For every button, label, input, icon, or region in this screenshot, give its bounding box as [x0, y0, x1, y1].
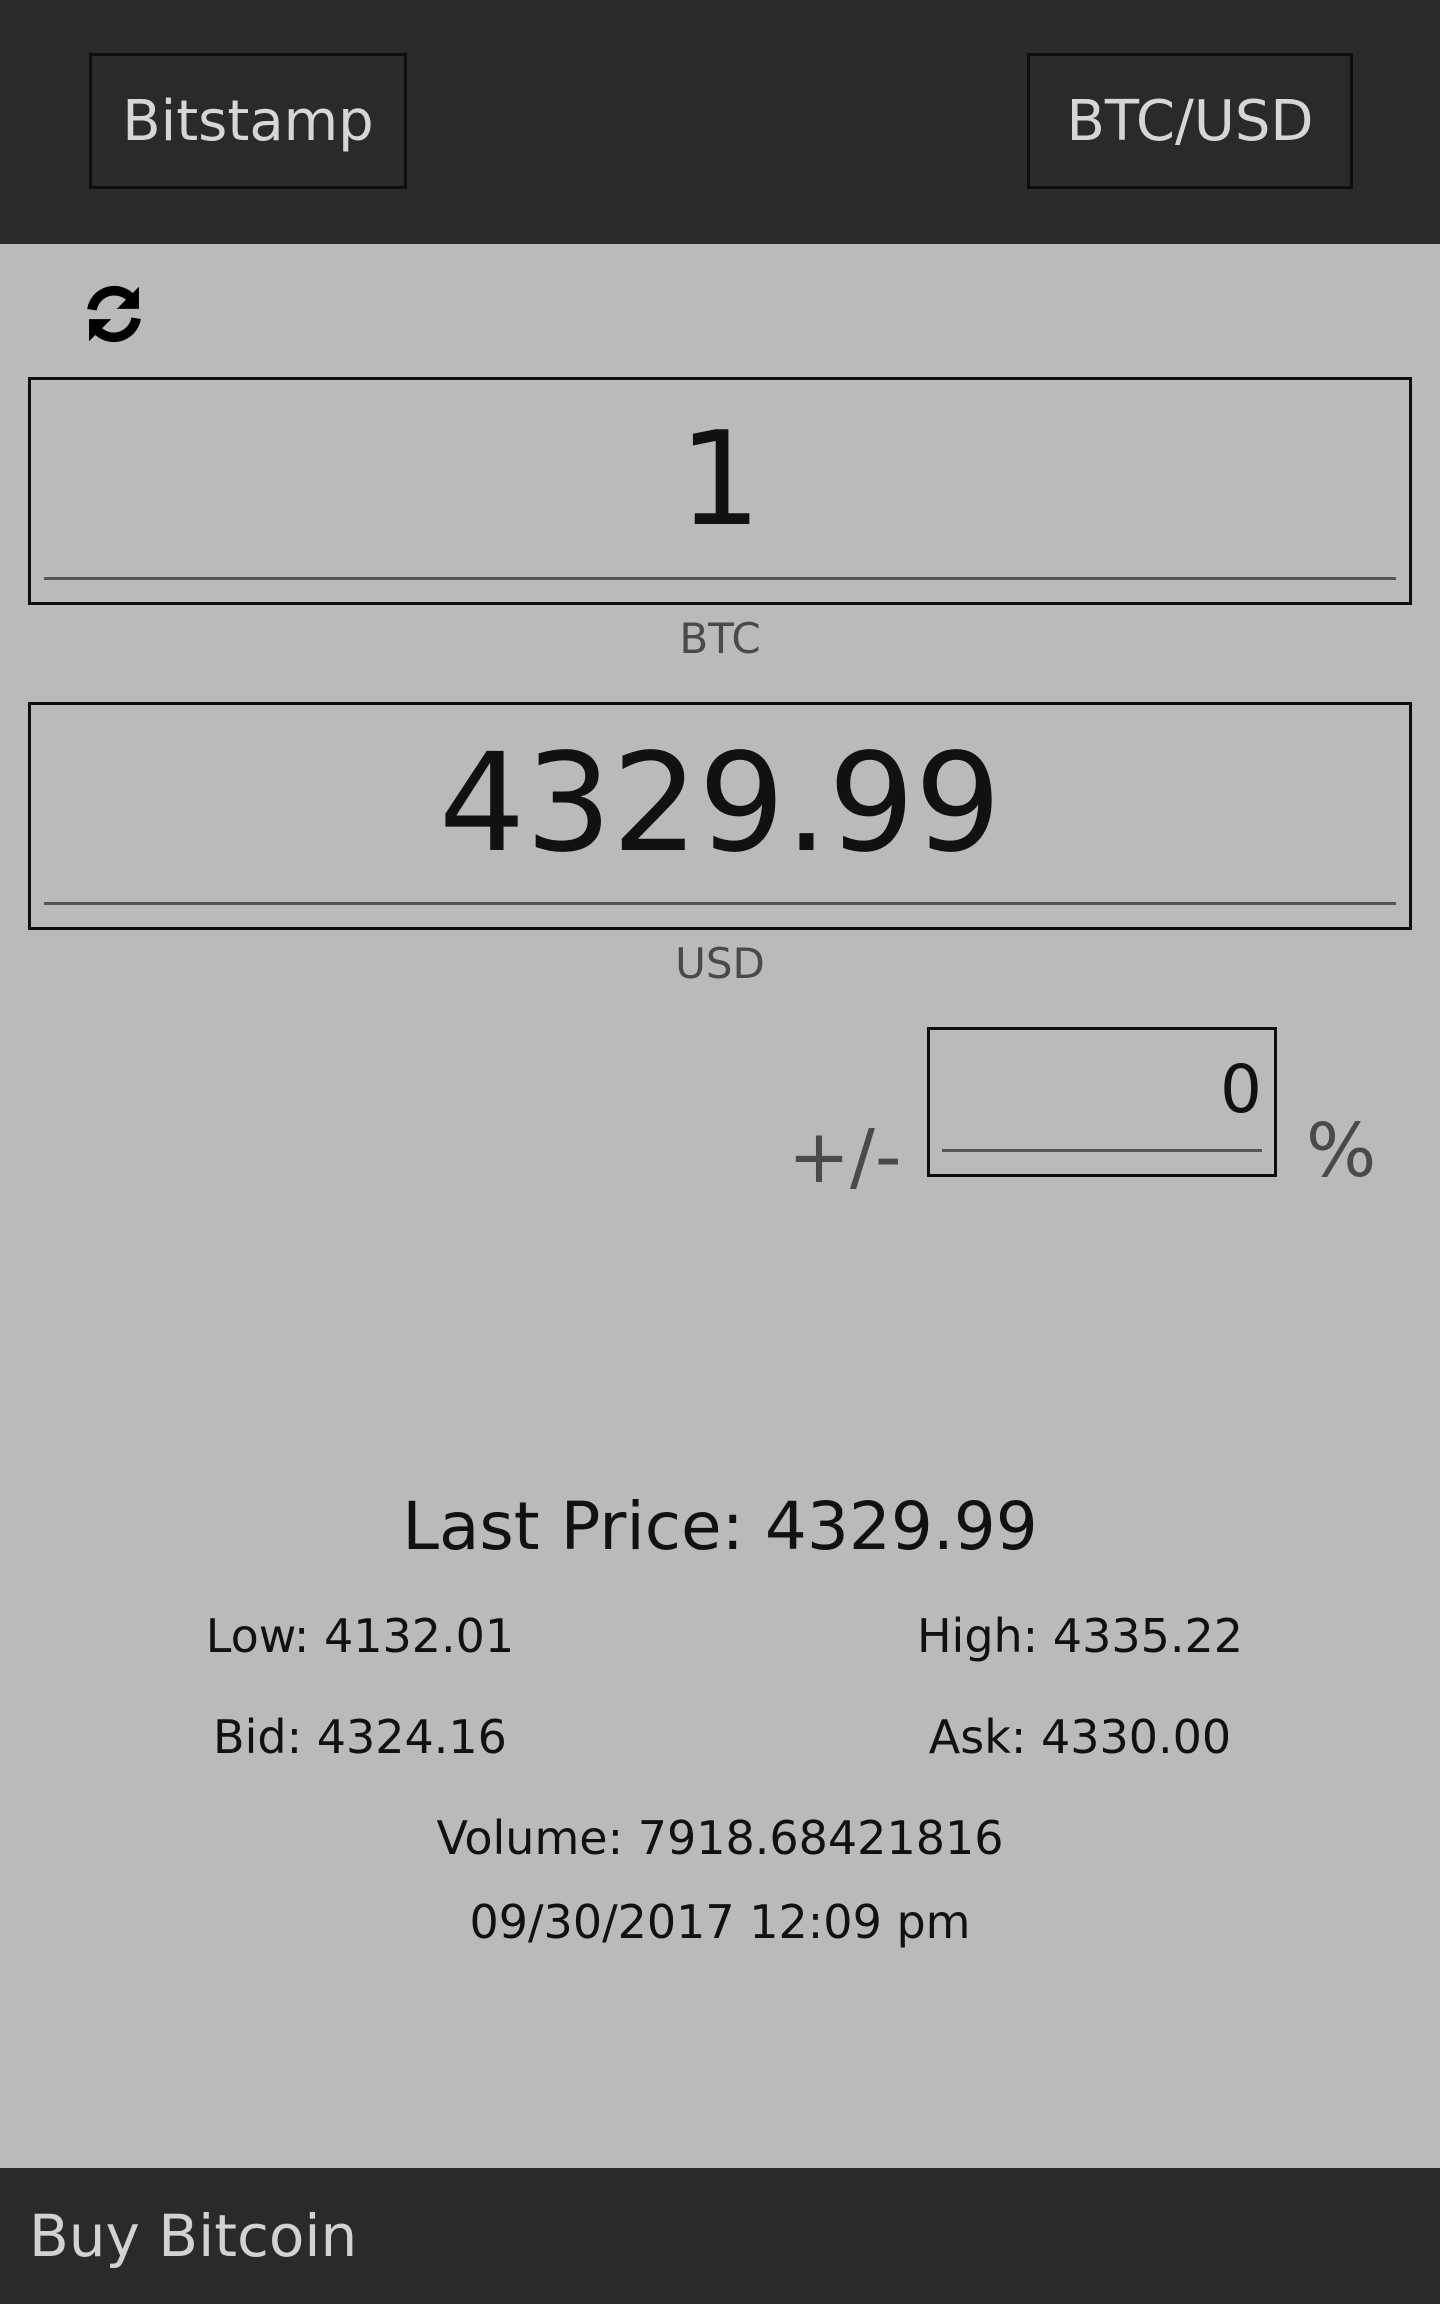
usd-amount-input[interactable]	[44, 705, 1396, 905]
btc-unit-label: BTC	[679, 614, 761, 663]
usd-amount-box	[28, 702, 1412, 930]
buy-bitcoin-link[interactable]: Buy Bitcoin	[29, 2168, 357, 2304]
percent-adjust-box	[927, 1027, 1277, 1177]
btc-amount-input[interactable]	[44, 380, 1396, 580]
plus-minus-label: +/-	[788, 1114, 902, 1200]
exchange-selector-button[interactable]: Bitstamp	[89, 53, 407, 189]
top-bar: Bitstamp BTC/USD	[0, 0, 1440, 244]
btc-amount-box	[28, 377, 1412, 605]
currency-pair-button[interactable]: BTC/USD	[1027, 53, 1353, 189]
percent-adjust-input[interactable]	[942, 1030, 1262, 1152]
last-price: Last Price: 4329.99	[402, 1488, 1038, 1565]
bid-price: Bid: 4324.16	[213, 1710, 507, 1764]
usd-unit-label: USD	[675, 939, 765, 988]
refresh-icon[interactable]	[80, 280, 148, 348]
high-price: High: 4335.22	[916, 1609, 1244, 1663]
bottom-bar: Buy Bitcoin	[0, 2168, 1440, 2304]
percent-sign-label: %	[1306, 1108, 1377, 1194]
ask-price: Ask: 4330.00	[928, 1710, 1232, 1764]
timestamp: 09/30/2017 12:09 pm	[469, 1895, 971, 1949]
low-price: Low: 4132.01	[205, 1609, 515, 1663]
volume: Volume: 7918.68421816	[436, 1811, 1004, 1865]
